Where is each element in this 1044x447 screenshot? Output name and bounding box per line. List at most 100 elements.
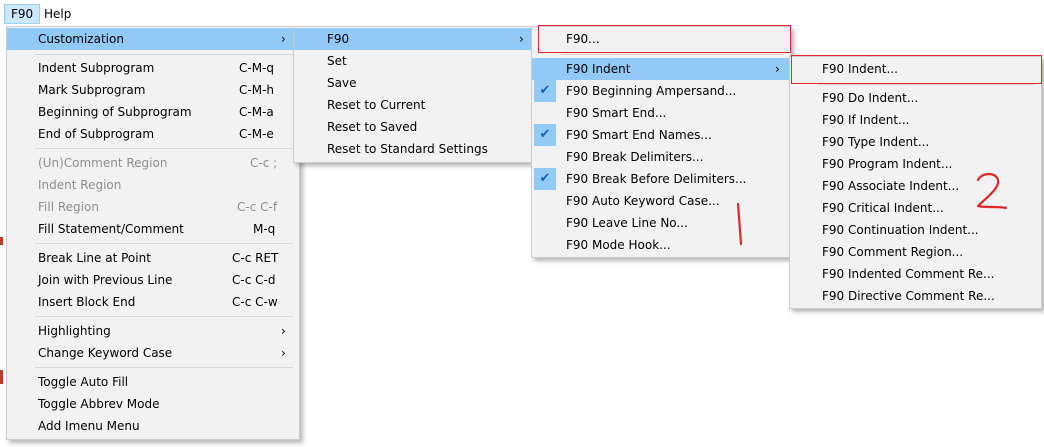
chevron-right-icon: › (281, 346, 286, 360)
chevron-right-icon: › (281, 324, 286, 338)
menu-item-break-delimiters[interactable]: F90 Break Delimiters... (532, 146, 790, 168)
menu-item-reset-current[interactable]: Reset to Current (294, 94, 534, 116)
customization-submenu: F90 › Set Save Reset to Current Reset to… (293, 26, 535, 163)
menu-item-join-line[interactable]: Join with Previous Line C-c C-d (7, 269, 299, 291)
menu-item-label: End of Subprogram (38, 127, 155, 141)
menu-separator (562, 54, 784, 55)
menubar-help[interactable]: Help (38, 5, 77, 23)
menu-item-shortcut: C-c RET (232, 251, 279, 265)
menu-item-insert-block-end[interactable]: Insert Block End C-c C-w (7, 291, 299, 313)
menu-item-label: F90 Smart End Names... (566, 128, 712, 142)
menu-item-if-indent[interactable]: F90 If Indent... (790, 109, 1041, 131)
checkmark-icon: ✔ (534, 80, 556, 102)
menu-item-set[interactable]: Set (294, 50, 534, 72)
f90-menu: Customization › Indent Subprogram C-M-q … (6, 26, 300, 440)
menu-item-type-indent[interactable]: F90 Type Indent... (790, 131, 1041, 153)
menu-item-break-before-delimiters[interactable]: ✔ F90 Break Before Delimiters... (532, 168, 790, 190)
chevron-right-icon: › (775, 62, 780, 76)
menu-item-reset-saved[interactable]: Reset to Saved (294, 116, 534, 138)
menu-separator (818, 84, 1035, 85)
menu-item-indented-comment[interactable]: F90 Indented Comment Re... (790, 263, 1041, 285)
menu-item-label: Indent Region (38, 178, 122, 192)
menu-item-shortcut: C-c C-w (232, 295, 278, 309)
menu-item-mark-subprogram[interactable]: Mark Subprogram C-M-h (7, 79, 299, 101)
menu-item-save[interactable]: Save (294, 72, 534, 94)
menu-item-label: F90 Do Indent... (822, 91, 919, 105)
chevron-right-icon: › (519, 32, 524, 46)
menu-item-toggle-auto-fill[interactable]: Toggle Auto Fill (7, 371, 299, 393)
menu-item-label: F90 Auto Keyword Case... (566, 194, 720, 208)
menu-item-shortcut: C-M-q (239, 61, 275, 75)
menu-item-label: F90 Continuation Indent... (822, 223, 979, 237)
menubar-f90[interactable]: F90 (4, 4, 41, 24)
menu-item-smart-end[interactable]: F90 Smart End... (532, 102, 790, 124)
menu-item-label: Indent Subprogram (38, 61, 155, 75)
menu-item-shortcut: C-c C-f (237, 200, 278, 214)
menu-item-smart-end-names[interactable]: ✔ F90 Smart End Names... (532, 124, 790, 146)
menu-item-label: Toggle Auto Fill (38, 375, 129, 389)
menu-item-directive-comment[interactable]: F90 Directive Comment Re... (790, 285, 1041, 307)
menu-item-label: F90 (327, 32, 350, 46)
checkmark-icon: ✔ (534, 124, 556, 146)
menu-item-add-imenu[interactable]: Add Imenu Menu (7, 415, 299, 437)
annotation-box (538, 25, 791, 53)
menu-item-label: F90 Indented Comment Re... (822, 267, 995, 281)
menu-item-customization[interactable]: Customization › (7, 28, 299, 50)
menu-item-f90-indent[interactable]: F90 Indent › (532, 58, 790, 80)
menu-separator (35, 243, 293, 244)
menu-item-label: F90 Comment Region... (822, 245, 964, 259)
menu-item-change-keyword-case[interactable]: Change Keyword Case › (7, 342, 299, 364)
menu-separator (35, 54, 293, 55)
menu-item-indent-region: Indent Region (7, 174, 299, 196)
menu-item-label: F90 Type Indent... (822, 135, 930, 149)
menu-item-label: F90 Directive Comment Re... (822, 289, 995, 303)
menu-item-label: F90 Leave Line No... (566, 216, 688, 230)
menu-item-label: Join with Previous Line (38, 273, 173, 287)
checkmark-icon: ✔ (534, 168, 556, 190)
menu-item-label: Fill Region (38, 200, 99, 214)
menu-item-label: Mark Subprogram (38, 83, 146, 97)
menu-item-label: Reset to Current (327, 98, 426, 112)
menu-item-label: Fill Statement/Comment (38, 222, 184, 236)
menu-item-shortcut: C-c ; (250, 156, 278, 170)
menu-item-end-subprogram[interactable]: End of Subprogram C-M-e (7, 123, 299, 145)
annotation-box (791, 55, 1042, 84)
menu-item-shortcut: C-M-h (239, 83, 274, 97)
menu-item-label: Save (327, 76, 357, 90)
menu-item-auto-keyword-case[interactable]: F90 Auto Keyword Case... (532, 190, 790, 212)
annotation-mark-2 (976, 172, 1008, 210)
menu-separator (35, 148, 293, 149)
menu-item-label: F90 Break Before Delimiters... (566, 172, 747, 186)
menu-item-leave-line-no[interactable]: F90 Leave Line No... (532, 212, 790, 234)
menu-item-label: Set (327, 54, 347, 68)
menu-item-fill-statement[interactable]: Fill Statement/Comment M-q (7, 218, 299, 240)
menu-item-label: F90 If Indent... (822, 113, 910, 127)
menu-item-label: Change Keyword Case (38, 346, 173, 360)
menu-item-comment-region[interactable]: F90 Comment Region... (790, 241, 1041, 263)
menu-separator (35, 367, 293, 368)
menu-item-label: Reset to Saved (327, 120, 418, 134)
menu-item-shortcut: C-c C-d (232, 273, 276, 287)
menu-item-indent-subprogram[interactable]: Indent Subprogram C-M-q (7, 57, 299, 79)
menu-item-label: F90 Associate Indent... (822, 179, 960, 193)
menu-item-break-line[interactable]: Break Line at Point C-c RET (7, 247, 299, 269)
menu-item-label: Add Imenu Menu (38, 419, 140, 433)
menu-item-beginning-subprogram[interactable]: Beginning of Subprogram C-M-a (7, 101, 299, 123)
menu-item-f90[interactable]: F90 › (294, 28, 534, 50)
menu-item-mode-hook[interactable]: F90 Mode Hook... (532, 234, 790, 256)
chevron-right-icon: › (281, 32, 286, 46)
menu-item-toggle-abbrev[interactable]: Toggle Abbrev Mode (7, 393, 299, 415)
menu-item-label: Beginning of Subprogram (38, 105, 192, 119)
menu-item-shortcut: M-q (253, 222, 276, 236)
menu-item-reset-standard[interactable]: Reset to Standard Settings (294, 138, 534, 160)
menu-item-highlighting[interactable]: Highlighting › (7, 320, 299, 342)
menu-item-continuation-indent[interactable]: F90 Continuation Indent... (790, 219, 1041, 241)
menubar: F90 Help (0, 0, 1044, 25)
menu-item-label: F90 Beginning Ampersand... (566, 84, 737, 98)
menu-item-beginning-ampersand[interactable]: ✔ F90 Beginning Ampersand... (532, 80, 790, 102)
edge-mark (0, 237, 3, 245)
menu-item-uncomment-region: (Un)Comment Region C-c ; (7, 152, 299, 174)
f90-customize-submenu: F90... F90 Indent › ✔ F90 Beginning Ampe… (531, 26, 791, 258)
menu-separator (35, 316, 293, 317)
menu-item-do-indent[interactable]: F90 Do Indent... (790, 87, 1041, 109)
